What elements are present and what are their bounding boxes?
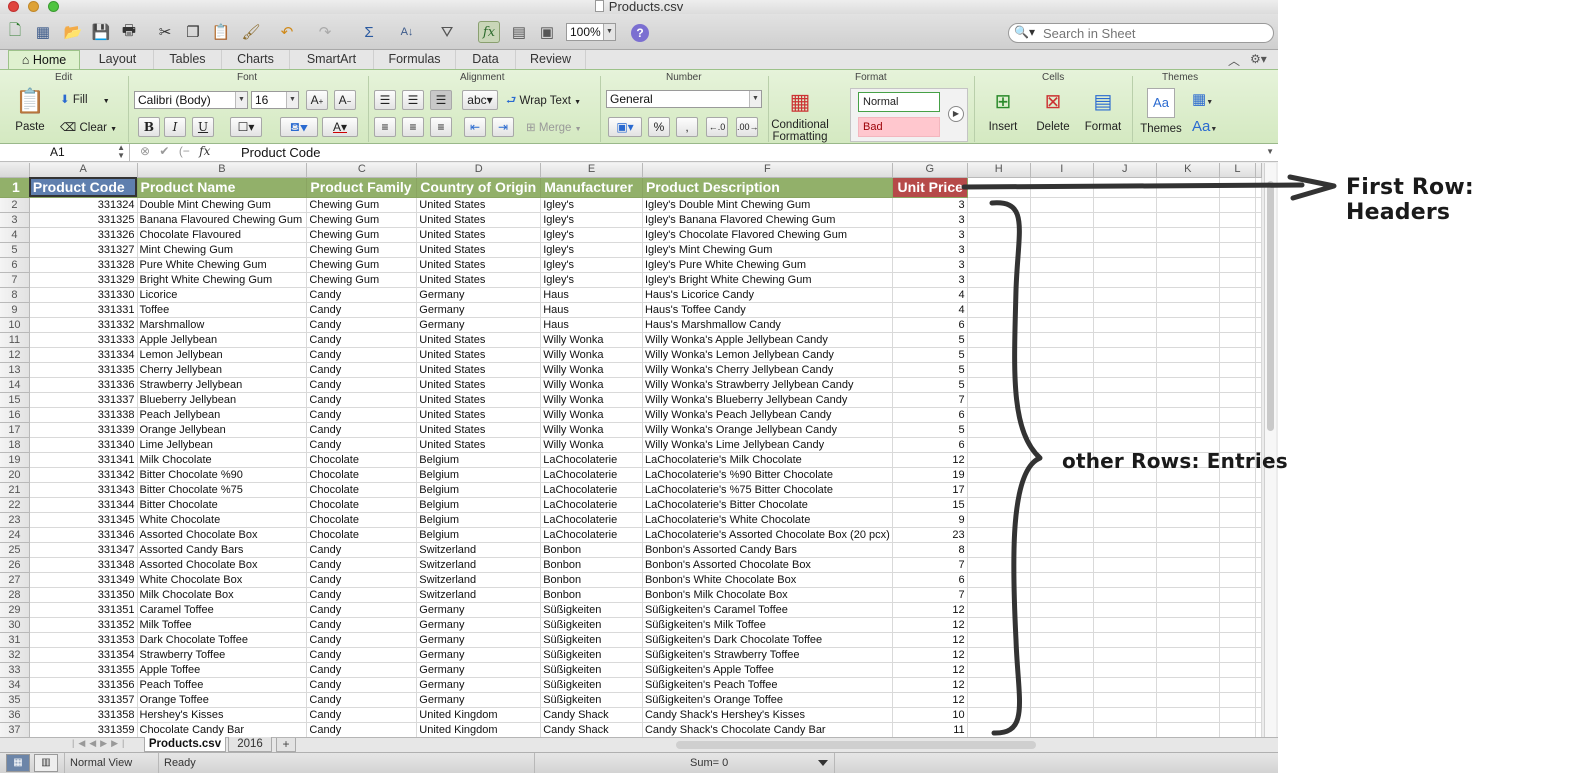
annotation-entries: other Rows: Entries <box>1062 449 1288 473</box>
arrow-icon <box>961 174 1337 201</box>
annotation-overlay <box>961 174 1337 736</box>
annotation-headers: First Row: Headers <box>1346 175 1474 225</box>
curly-brace-icon <box>989 200 1043 736</box>
